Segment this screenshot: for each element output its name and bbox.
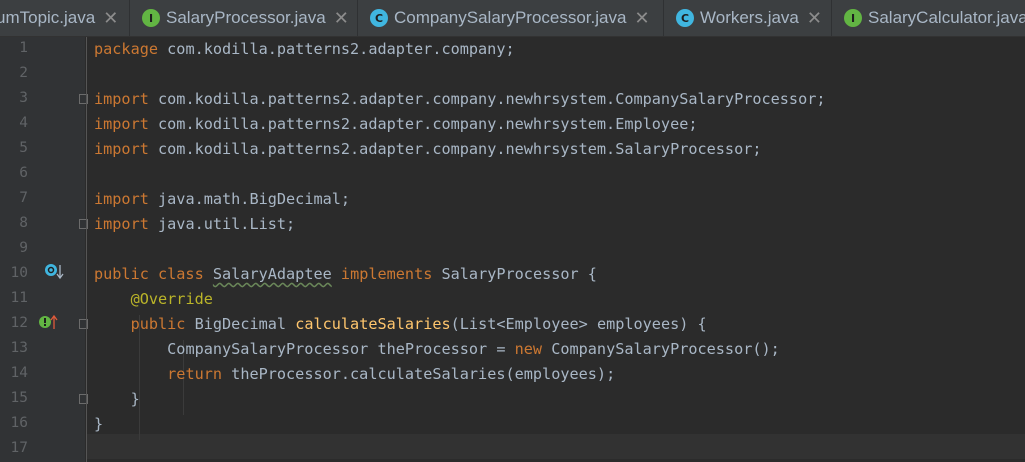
editor-gutter: 1 2 3 4 5 6 7 8 9 10 11 12 13 14 15 16 1… (0, 37, 88, 462)
code-line-15: } (130, 390, 140, 408)
code-line-13: CompanySalaryProcessor theProcessor = ne… (167, 340, 780, 358)
code-line-14: return theProcessor.calculateSalaries(em… (167, 365, 616, 383)
line-number: 10 (10, 265, 28, 281)
close-icon[interactable]: ✕ (807, 8, 822, 29)
interface-icon: I (844, 9, 862, 27)
line-number: 7 (19, 190, 28, 206)
code-line-8: import java.util.List; (94, 215, 296, 233)
tab-label: Workers.java (700, 8, 799, 27)
implements-interface-icon[interactable] (44, 263, 66, 281)
close-icon[interactable]: ✕ (334, 8, 349, 29)
code-line-3: import com.kodilla.patterns2.adapter.com… (94, 90, 826, 108)
line-number: 12 (10, 315, 28, 331)
code-line-11: @Override (130, 290, 213, 308)
line-number: 14 (10, 365, 28, 381)
tab-workers[interactable]: C Workers.java ✕ (664, 0, 832, 36)
line-number: 1 (19, 40, 28, 56)
line-number: 6 (19, 165, 28, 181)
overrides-method-icon[interactable] (38, 313, 60, 331)
close-icon[interactable]: ✕ (103, 8, 118, 29)
tab-forum-topic[interactable]: umTopic.java ✕ (0, 0, 130, 36)
tab-salary-calculator[interactable]: I SalaryCalculator.java (832, 0, 1025, 36)
tab-company-salary-processor[interactable]: C CompanySalaryProcessor.java ✕ (358, 0, 664, 36)
line-number: 15 (10, 390, 28, 406)
code-line-5: import com.kodilla.patterns2.adapter.com… (94, 140, 762, 158)
class-icon: C (370, 9, 388, 27)
tab-label: SalaryProcessor.java (166, 8, 326, 27)
class-icon: C (676, 9, 694, 27)
editor-tab-bar: umTopic.java ✕ I SalaryProcessor.java ✕ … (0, 0, 1025, 37)
tab-salary-processor[interactable]: I SalaryProcessor.java ✕ (130, 0, 358, 36)
tab-label: CompanySalaryProcessor.java (394, 8, 627, 27)
line-number: 13 (10, 340, 28, 356)
code-line-4: import com.kodilla.patterns2.adapter.com… (94, 115, 698, 133)
line-number: 16 (10, 415, 28, 431)
tab-label: umTopic.java (0, 8, 96, 27)
code-line-7: import java.math.BigDecimal; (94, 190, 351, 208)
line-number: 17 (10, 440, 28, 456)
line-number: 11 (10, 290, 28, 306)
gutter-divider (86, 37, 87, 462)
line-number: 2 (19, 65, 28, 81)
tab-label: SalaryCalculator.java (868, 8, 1025, 27)
line-number: 3 (19, 90, 28, 106)
code-line-12: public BigDecimal calculateSalaries(List… (130, 315, 707, 333)
code-line-16: } (94, 415, 104, 433)
code-line-1: package com.kodilla.patterns2.adapter.co… (94, 40, 515, 58)
line-number: 8 (19, 215, 28, 231)
line-number: 5 (19, 140, 28, 156)
close-icon[interactable]: ✕ (634, 8, 649, 29)
code-line-10: public class SalaryAdaptee implements Sa… (94, 265, 597, 283)
interface-icon: I (142, 9, 160, 27)
current-line-highlight (87, 434, 1025, 459)
line-number: 4 (19, 115, 28, 131)
line-number: 9 (19, 240, 28, 256)
